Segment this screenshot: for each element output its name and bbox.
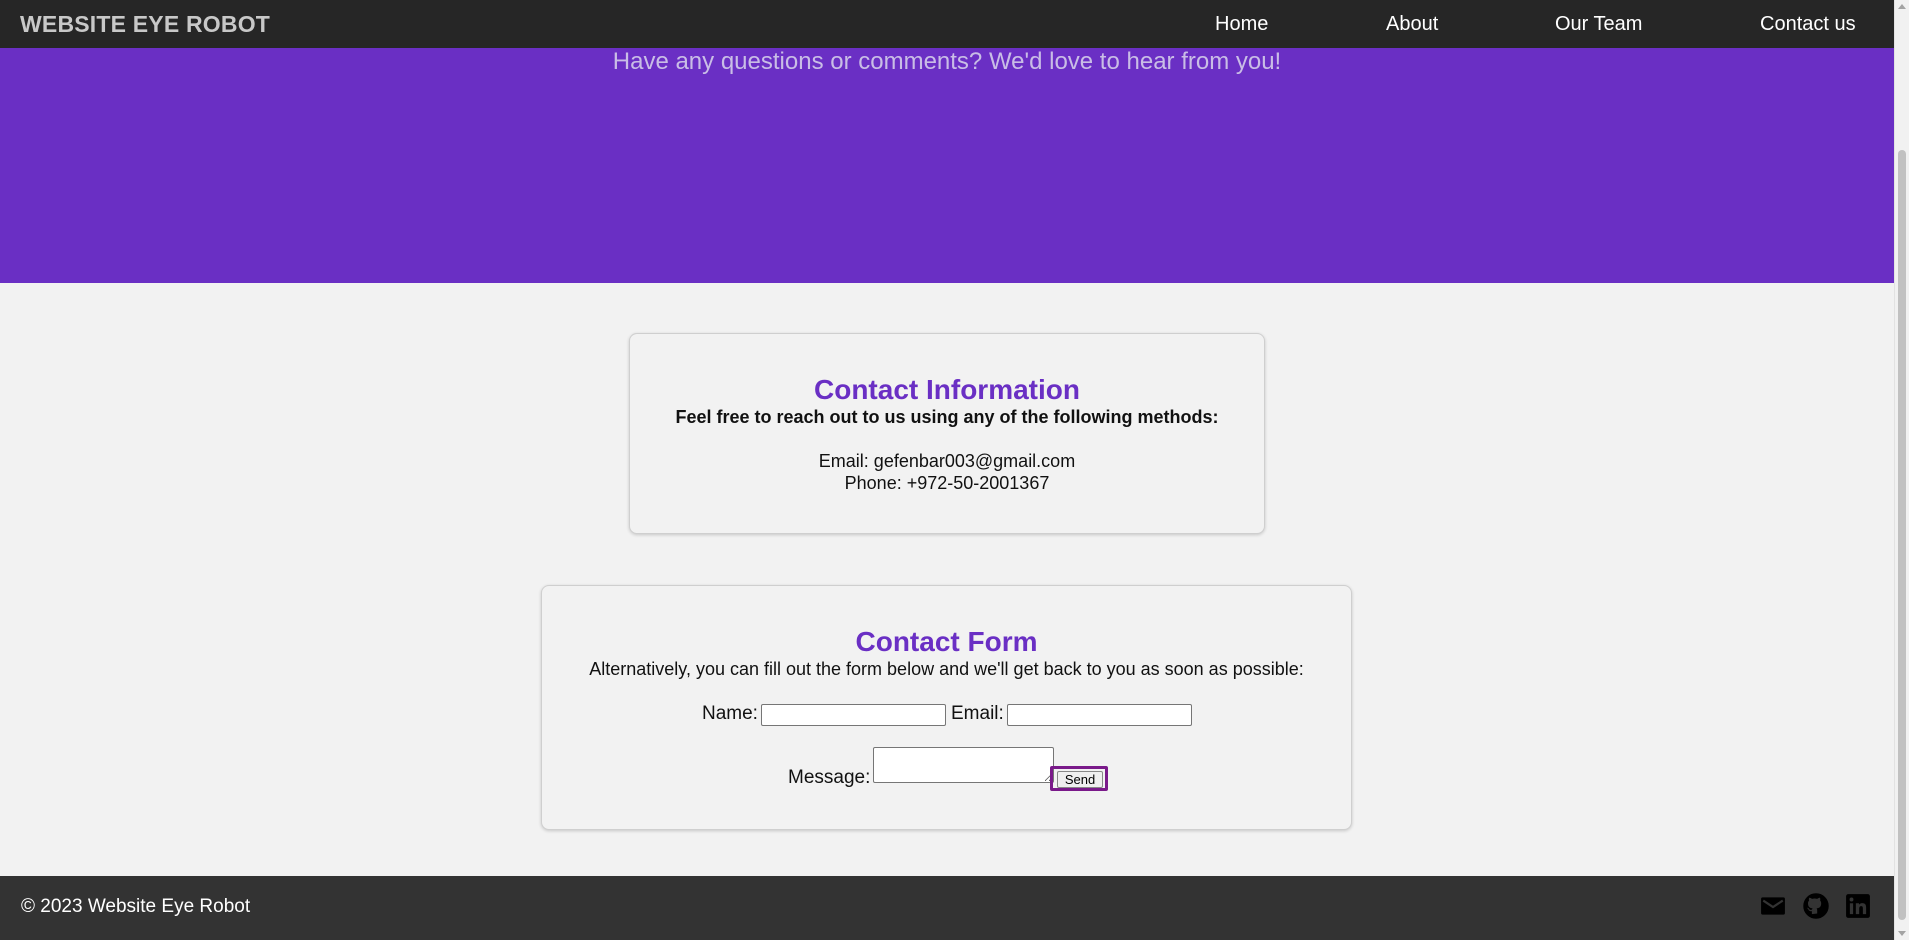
mail-icon[interactable] [1760, 893, 1786, 919]
hero-banner: Have any questions or comments? We'd lov… [0, 48, 1894, 283]
footer: © 2023 Website Eye Robot [0, 876, 1894, 940]
brand-logo-text[interactable]: WEBSITE EYE ROBOT [20, 11, 270, 38]
linkedin-icon[interactable] [1845, 893, 1871, 919]
vertical-scrollbar[interactable] [1894, 0, 1909, 940]
github-icon[interactable] [1803, 893, 1829, 919]
nav-link-our-team[interactable]: Our Team [1555, 13, 1642, 36]
contact-form-subtitle: Alternatively, you can fill out the form… [589, 659, 1304, 679]
hero-tagline: Have any questions or comments? We'd lov… [612, 48, 1282, 75]
scrollbar-thumb[interactable] [1898, 150, 1906, 920]
page: WEBSITE EYE ROBOT Home About Our Team Co… [0, 0, 1894, 940]
send-button-focus-ring: Send [1050, 766, 1108, 791]
top-navbar: WEBSITE EYE ROBOT Home About Our Team Co… [0, 0, 1894, 48]
message-textarea[interactable] [873, 747, 1054, 783]
send-button[interactable]: Send [1057, 771, 1103, 788]
footer-copyright: © 2023 Website Eye Robot [21, 896, 251, 917]
contact-form-card: Contact Form Alternatively, you can fill… [541, 585, 1352, 830]
contact-phone-line: Phone: +972-50-2001367 [844, 473, 1050, 493]
contact-information-card: Contact Information Feel free to reach o… [629, 333, 1265, 534]
nav-link-contact-us[interactable]: Contact us [1760, 13, 1856, 36]
scroll-up-arrow-icon[interactable] [1898, 4, 1906, 9]
name-input[interactable] [761, 704, 946, 726]
message-label: Message: [788, 767, 871, 788]
contact-form-title: Contact Form [855, 626, 1038, 657]
contact-information-subtitle: Feel free to reach out to us using any o… [675, 407, 1219, 427]
contact-email-line: Email: gefenbar003@gmail.com [818, 451, 1076, 471]
email-label: Email: [951, 703, 1004, 724]
scroll-down-arrow-icon[interactable] [1898, 931, 1906, 936]
nav-link-home[interactable]: Home [1215, 13, 1268, 36]
name-label: Name: [702, 703, 758, 724]
email-input[interactable] [1007, 704, 1192, 726]
nav-link-about[interactable]: About [1386, 13, 1438, 36]
contact-information-title: Contact Information [814, 374, 1080, 405]
